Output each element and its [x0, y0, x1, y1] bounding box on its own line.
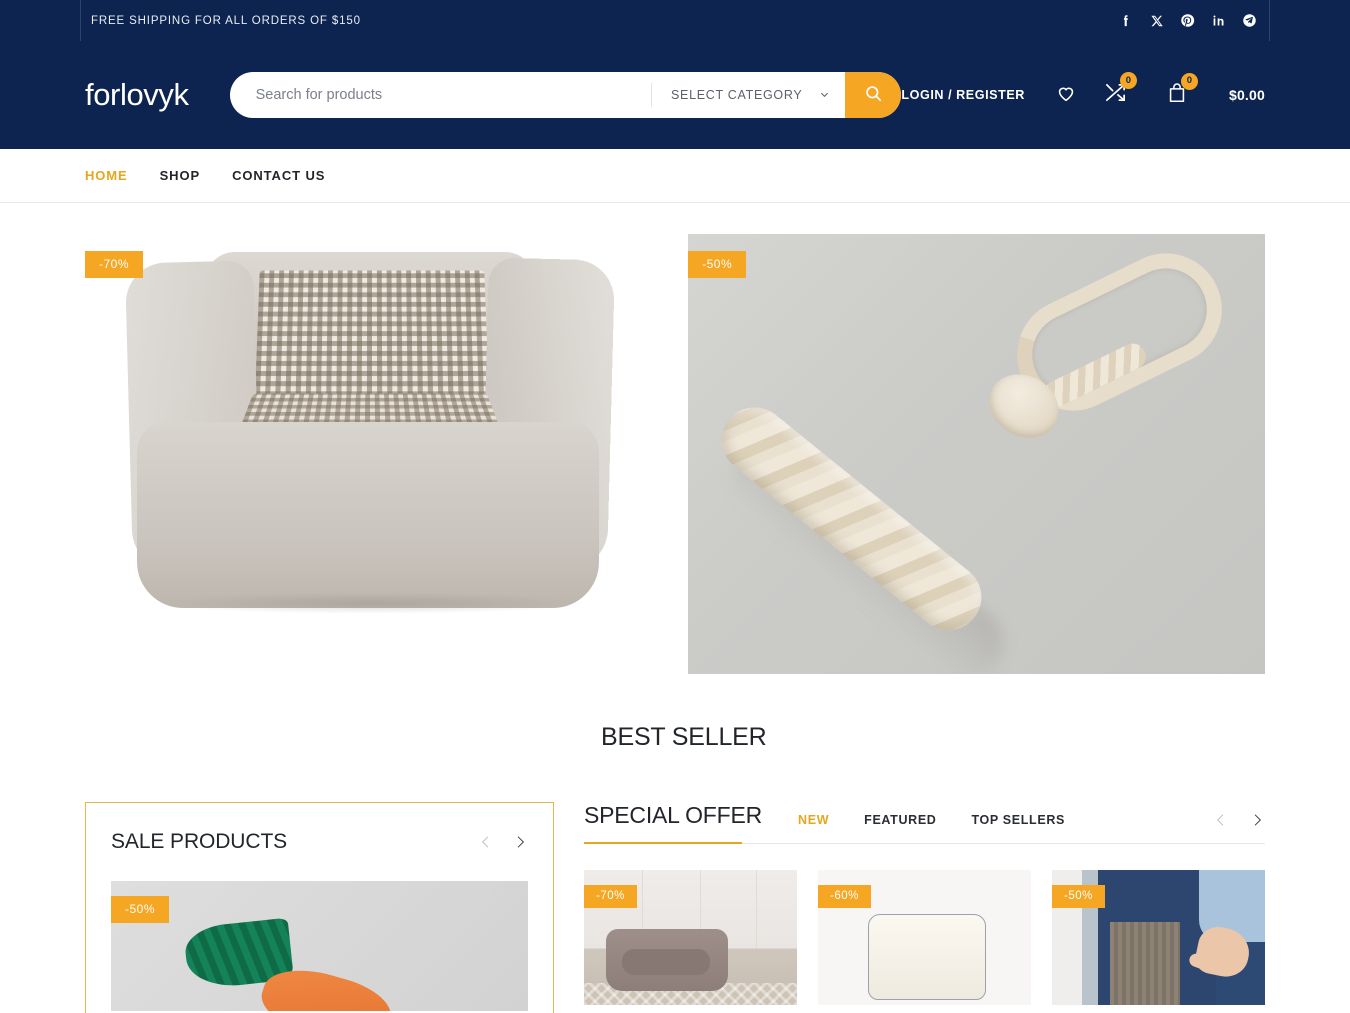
discount-badge: -50% [688, 251, 747, 278]
hero-product-left[interactable]: -70% [85, 234, 644, 682]
special-offer-carousel-controls [1213, 812, 1265, 830]
page-content: -70% -50% BEST SELLER SALE PRODUCTS -50%… [0, 203, 1350, 1013]
sale-products-title: SALE PRODUCTS [111, 830, 288, 853]
search-icon [864, 84, 883, 106]
chevron-right-icon[interactable] [512, 834, 528, 850]
discount-badge: -50% [1052, 885, 1105, 908]
heart-icon [1055, 82, 1077, 109]
cart-button[interactable]: 0 [1166, 72, 1198, 109]
discount-badge: -50% [111, 896, 170, 923]
social-links [1118, 13, 1259, 28]
header-actions: LOGIN / REGISTER 0 0 $0.00 [901, 72, 1265, 109]
chevron-down-icon [819, 89, 829, 98]
cushion-thumb-image [868, 914, 986, 1000]
tab-featured[interactable]: FEATURED [864, 813, 936, 827]
chevron-left-icon[interactable] [1213, 812, 1229, 828]
site-logo[interactable]: forlovyk [85, 77, 189, 113]
special-offer-products: -70% -60% -50% [584, 844, 1265, 1005]
search-bar: SELECT CATEGORY [229, 72, 902, 118]
sale-product-card[interactable]: -50% [111, 881, 528, 1011]
discount-badge: -70% [584, 885, 637, 908]
linkedin-icon[interactable] [1211, 13, 1226, 28]
chevron-left-icon[interactable] [478, 834, 494, 850]
telegram-icon[interactable] [1242, 13, 1257, 28]
nav-item-home[interactable]: HOME [85, 168, 128, 183]
hero-product-right[interactable]: -50% [688, 234, 1265, 674]
product-card[interactable]: -50% [1052, 870, 1265, 1005]
sale-products-panel: SALE PRODUCTS -50% [85, 802, 554, 1013]
main-navigation: HOME SHOP CONTACT US [0, 149, 1350, 203]
search-submit-button[interactable] [845, 72, 902, 118]
special-offer-tabs: NEW FEATURED TOP SELLERS [798, 813, 1065, 830]
pet-bed-image [85, 234, 643, 682]
tab-top-sellers[interactable]: TOP SELLERS [971, 813, 1065, 827]
special-offer-header: SPECIAL OFFER NEW FEATURED TOP SELLERS [584, 802, 1265, 844]
special-offer-section: SPECIAL OFFER NEW FEATURED TOP SELLERS -… [584, 802, 1265, 1013]
best-seller-title: BEST SELLER [601, 723, 767, 751]
sale-products-carousel-controls [478, 834, 528, 850]
category-select[interactable]: SELECT CATEGORY [652, 72, 846, 118]
facebook-icon[interactable] [1118, 13, 1133, 28]
discount-badge: -70% [85, 251, 144, 278]
product-card[interactable]: -70% [584, 870, 797, 1005]
login-register-link[interactable]: LOGIN / REGISTER [901, 88, 1025, 102]
compare-button[interactable]: 0 [1104, 72, 1137, 109]
wishlist-button[interactable] [1055, 82, 1077, 109]
best-seller-section: BEST SELLER [85, 682, 1265, 752]
discount-badge: -60% [818, 885, 871, 908]
pinterest-icon[interactable] [1180, 13, 1195, 28]
sale-products-header: SALE PRODUCTS [111, 830, 528, 881]
nav-item-contact-us[interactable]: CONTACT US [232, 168, 325, 183]
lower-section: SALE PRODUCTS -50% SPECIAL OFFER NEW FEA… [85, 752, 1265, 1013]
cart-total: $0.00 [1228, 87, 1265, 103]
product-card[interactable]: -60% [818, 870, 1031, 1005]
hero-banners: -70% -50% [85, 203, 1265, 682]
site-header: forlovyk SELECT CATEGORY LOGIN / REGISTE… [0, 41, 1350, 149]
shipping-message: FREE SHIPPING FOR ALL ORDERS OF $150 [91, 14, 361, 27]
search-input[interactable] [229, 72, 652, 118]
category-select-label: SELECT CATEGORY [671, 88, 803, 102]
special-offer-title: SPECIAL OFFER [584, 802, 763, 828]
top-announcement-bar: FREE SHIPPING FOR ALL ORDERS OF $150 [0, 0, 1350, 41]
nav-item-shop[interactable]: SHOP [160, 168, 200, 183]
compare-count-badge: 0 [1119, 72, 1137, 89]
rope-toy-image [688, 234, 1265, 674]
x-twitter-icon[interactable] [1149, 13, 1164, 28]
cart-group[interactable]: 0 $0.00 [1166, 72, 1265, 109]
chevron-right-icon[interactable] [1249, 812, 1265, 828]
tab-new[interactable]: NEW [798, 813, 829, 827]
cart-count-badge: 0 [1180, 72, 1198, 90]
special-offer-underline [584, 842, 742, 844]
